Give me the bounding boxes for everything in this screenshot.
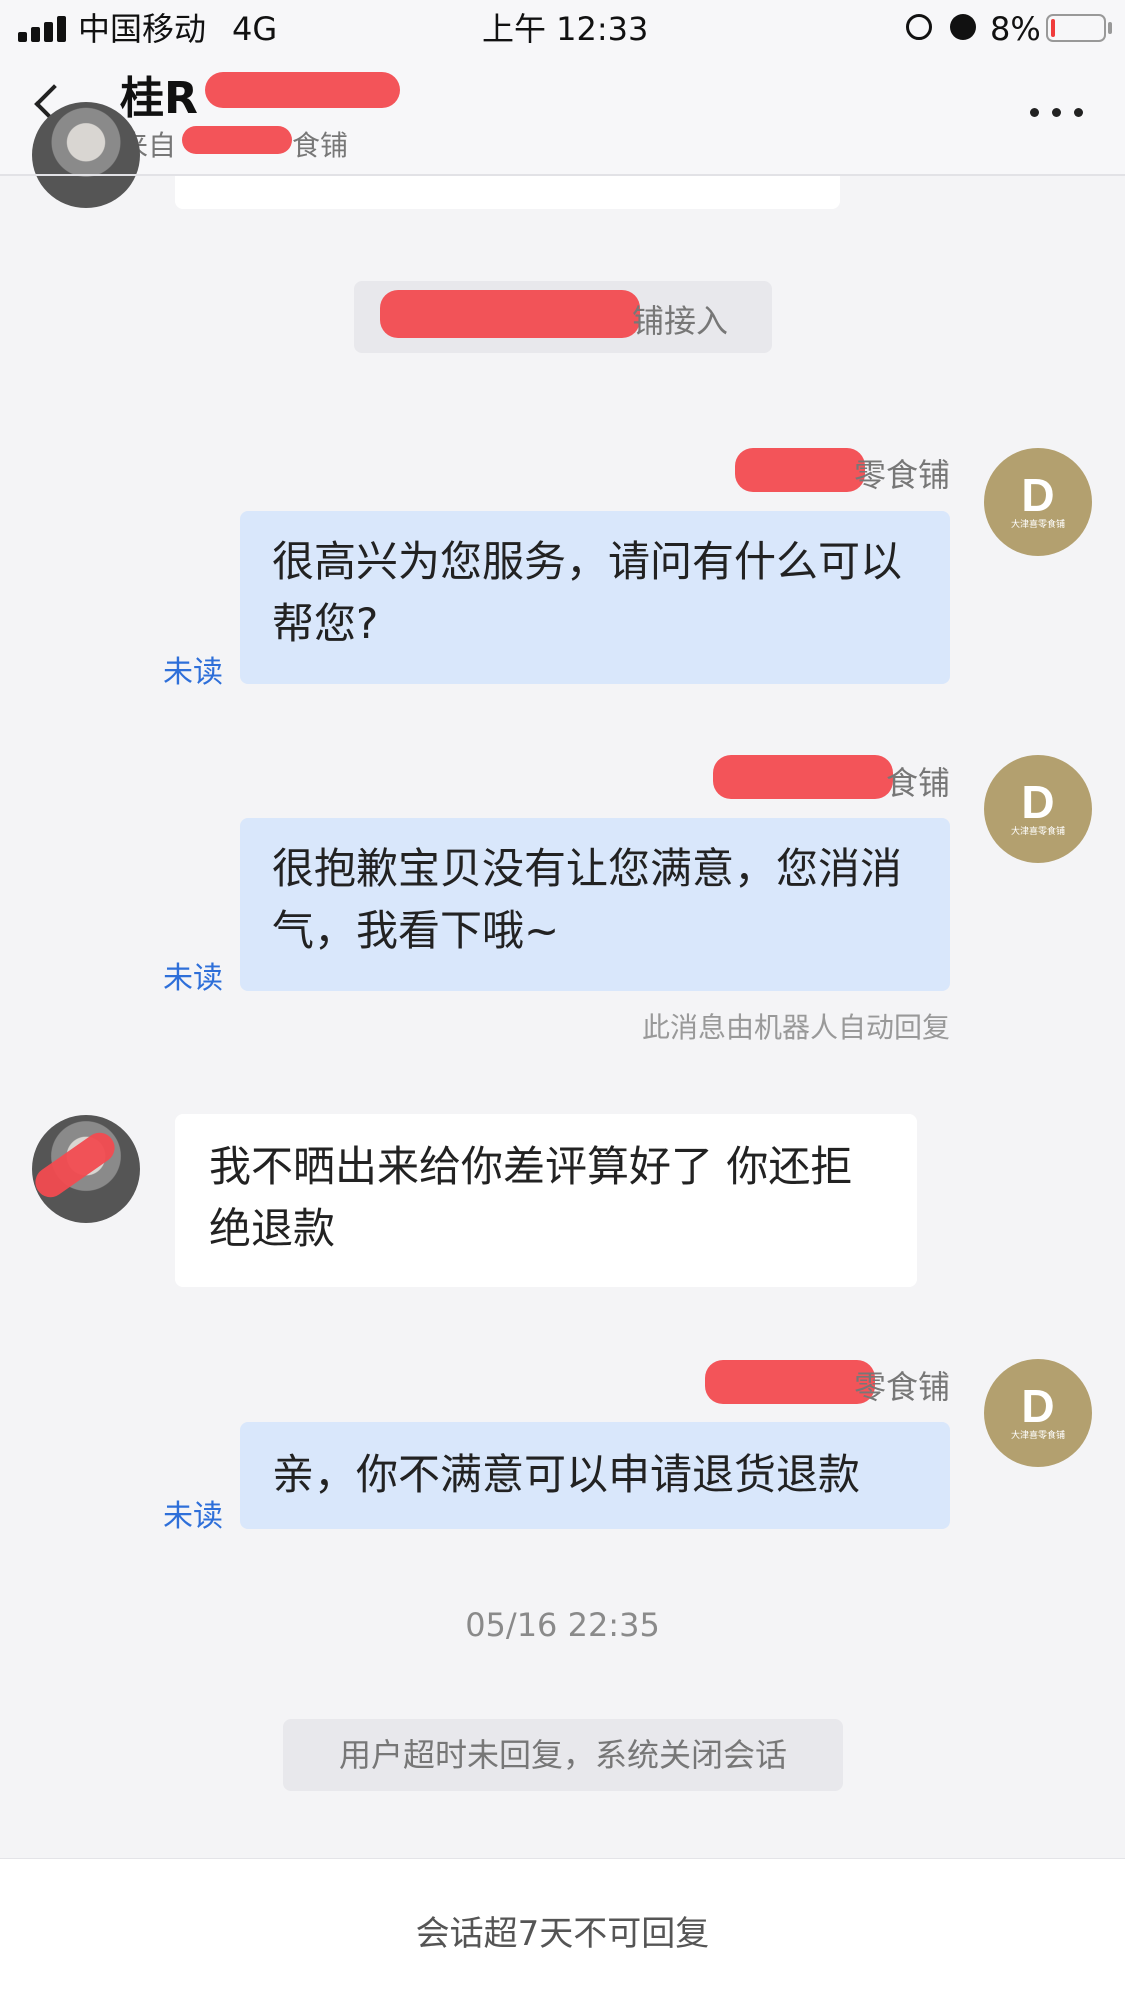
rotation-lock-icon: [906, 14, 932, 40]
shop-avatar-letter: D: [1021, 776, 1055, 828]
shop-avatar[interactable]: D 大津喜零食铺: [984, 1359, 1092, 1467]
shop-avatar-caption: 大津喜零食铺: [1010, 520, 1065, 530]
system-join-text: 铺接入: [632, 302, 729, 340]
clock: 上午 12:33: [482, 10, 649, 48]
shop-avatar[interactable]: D 大津喜零食铺: [984, 755, 1092, 863]
clipped-message-bubble: [175, 175, 840, 209]
header-divider: [0, 174, 1125, 176]
unread-label: 未读: [163, 1499, 223, 1534]
user-avatar[interactable]: [32, 102, 140, 208]
shop-avatar[interactable]: D 大津喜零食铺: [984, 448, 1092, 556]
battery-fill: [1051, 19, 1055, 37]
redaction-mark: [182, 126, 292, 154]
alarm-icon: [950, 14, 976, 40]
user-message-bubble[interactable]: 我不晒出来给你差评算好了 你还拒绝退款: [175, 1114, 917, 1287]
shop-sender-name: 食铺: [885, 764, 950, 802]
shop-message-bubble[interactable]: 亲，你不满意可以申请退货退款: [240, 1422, 950, 1529]
unread-label: 未读: [163, 961, 223, 996]
shop-avatar-caption: 大津喜零食铺: [1010, 1431, 1065, 1441]
shop-avatar-letter: D: [1021, 469, 1055, 521]
shop-avatar-letter: D: [1021, 1380, 1055, 1432]
battery-percent: 8%: [990, 10, 1041, 48]
unread-label: 未读: [163, 655, 223, 690]
reply-disabled-notice: 会话超7天不可回复: [415, 1914, 710, 1954]
subtitle-suffix: 食铺: [292, 129, 349, 162]
redaction-mark: [205, 72, 400, 108]
more-icon[interactable]: [1030, 108, 1090, 118]
carrier-label: 中国移动: [78, 10, 207, 48]
shop-sender-name: 零食铺: [853, 456, 950, 494]
battery-tip: [1108, 22, 1112, 34]
shop-sender-name: 零食铺: [853, 1368, 950, 1406]
session-closed-notice: 用户超时未回复，系统关闭会话: [283, 1719, 843, 1791]
signal-icon: [18, 16, 82, 42]
network-label: 4G: [232, 10, 278, 48]
chat-title: 桂R: [120, 73, 198, 124]
shop-message-bubble[interactable]: 很高兴为您服务，请问有什么可以帮您?: [240, 511, 950, 684]
redaction-mark: [380, 290, 640, 338]
shop-message-bubble[interactable]: 很抱歉宝贝没有让您满意，您消消气，我看下哦~: [240, 818, 950, 991]
chat-timestamp: 05/16 22:35: [465, 1606, 660, 1644]
battery-icon: [1046, 14, 1106, 42]
shop-avatar-caption: 大津喜零食铺: [1010, 827, 1065, 837]
auto-reply-note: 此消息由机器人自动回复: [641, 1011, 950, 1044]
